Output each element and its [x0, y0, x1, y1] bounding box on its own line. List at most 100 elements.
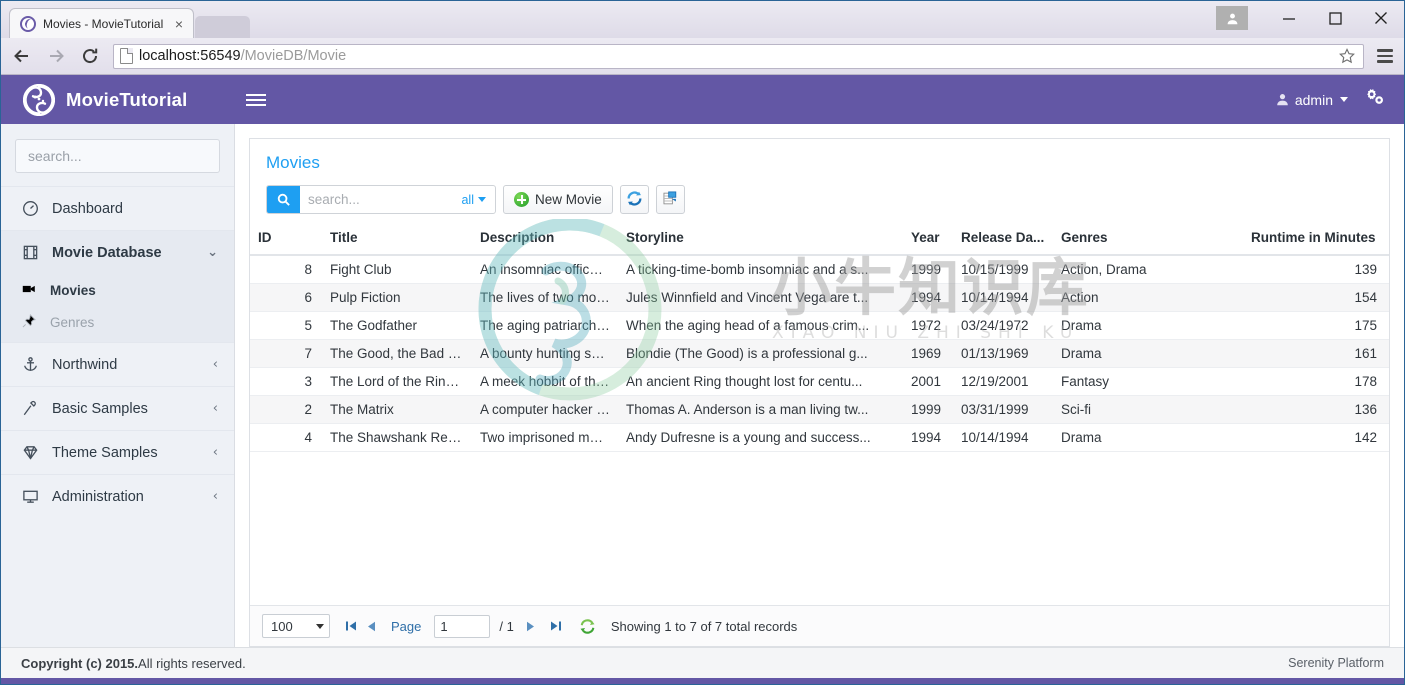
window-maximize-button[interactable] — [1312, 1, 1358, 35]
table-row[interactable]: 7 The Good, the Bad an... A bounty hunti… — [250, 339, 1389, 368]
table-header: ID Title Description Storyline Year Rele… — [250, 224, 1389, 256]
sidebar-item-movies[interactable]: Movies — [1, 274, 234, 306]
cell-title[interactable]: The Godfather — [322, 311, 472, 340]
cell-release-date: 03/24/1972 — [953, 311, 1053, 340]
new-tab-button[interactable] — [195, 16, 250, 38]
browser-tab[interactable]: Movies - MovieTutorial × — [9, 8, 194, 38]
cell-title[interactable]: The Good, the Bad an... — [322, 339, 472, 368]
table-row[interactable]: 2 The Matrix A computer hacker le... Tho… — [250, 395, 1389, 424]
column-header-genres[interactable]: Genres — [1053, 224, 1243, 256]
page-number-input[interactable] — [434, 614, 491, 638]
hamburger-menu-icon[interactable] — [1374, 43, 1396, 69]
chevron-left-icon: ‹ — [212, 401, 218, 416]
last-page-icon[interactable] — [548, 618, 564, 634]
cell-runtime: 161 — [1243, 339, 1389, 368]
new-movie-button[interactable]: New Movie — [503, 185, 613, 214]
table-row[interactable]: 4 The Shawshank Rede... Two imprisoned m… — [250, 423, 1389, 452]
tab-title: Movies - MovieTutorial — [43, 16, 164, 31]
chevron-left-icon: ‹ — [212, 489, 218, 504]
cell-id[interactable]: 3 — [250, 367, 322, 396]
column-header-runtime[interactable]: Runtime in Minutes — [1243, 224, 1389, 256]
cell-title[interactable]: The Shawshank Rede... — [322, 423, 472, 452]
next-page-icon[interactable] — [523, 618, 539, 634]
reload-icon[interactable] — [77, 43, 103, 69]
window-minimize-button[interactable] — [1266, 1, 1312, 35]
refresh-green-icon[interactable] — [579, 618, 596, 635]
export-columns-icon — [662, 190, 678, 210]
search-icon[interactable] — [267, 186, 300, 213]
cell-description: A meek hobbit of the ... — [472, 367, 618, 396]
sidebar-item-movie-database[interactable]: Movie Database ⌄ — [1, 230, 234, 274]
quick-search-input[interactable] — [300, 192, 458, 207]
address-bar[interactable]: localhost:56549/MovieDB/Movie — [113, 43, 1364, 69]
cell-runtime: 136 — [1243, 395, 1389, 424]
window-controls — [1216, 1, 1404, 35]
movies-table: ID Title Description Storyline Year Rele… — [250, 224, 1389, 452]
cell-id[interactable]: 7 — [250, 339, 322, 368]
movies-grid: ID Title Description Storyline Year Rele… — [250, 224, 1389, 605]
prev-page-icon[interactable] — [363, 618, 379, 634]
sidebar-item-dashboard[interactable]: Dashboard — [1, 186, 234, 230]
magic-wand-icon — [21, 400, 39, 417]
url-path: /MovieDB/Movie — [240, 48, 347, 64]
sidebar: Dashboard Movie Database ⌄ Movie — [1, 124, 235, 647]
page-title: Movies — [266, 153, 320, 172]
table-row[interactable]: 5 The Godfather The aging patriarch of..… — [250, 311, 1389, 340]
sidebar-item-administration[interactable]: Administration ‹ — [1, 474, 234, 518]
cell-title[interactable]: Fight Club — [322, 255, 472, 284]
copyright-rest: All rights reserved. — [138, 655, 246, 671]
table-row[interactable]: 3 The Lord of the Rings:... A meek hobbi… — [250, 367, 1389, 396]
window-close-button[interactable] — [1358, 1, 1404, 35]
sidebar-item-northwind[interactable]: Northwind ‹ — [1, 342, 234, 386]
star-icon[interactable] — [1337, 46, 1357, 66]
cell-title[interactable]: The Lord of the Rings:... — [322, 367, 472, 396]
cell-id[interactable]: 6 — [250, 283, 322, 312]
column-header-storyline[interactable]: Storyline — [618, 224, 903, 256]
search-field-selector[interactable]: all — [457, 193, 495, 207]
quick-search[interactable]: all — [266, 185, 496, 214]
sidebar-item-genres[interactable]: Genres — [1, 306, 234, 338]
cell-storyline: Thomas A. Anderson is a man living tw... — [618, 395, 903, 424]
cell-title[interactable]: The Matrix — [322, 395, 472, 424]
cell-id[interactable]: 8 — [250, 255, 322, 284]
export-button[interactable] — [655, 185, 685, 214]
pager-status: Showing 1 to 7 of 7 total records — [610, 618, 798, 634]
user-menu-label: admin — [1294, 91, 1333, 108]
user-menu[interactable]: admin — [1276, 92, 1348, 108]
table-row[interactable]: 8 Fight Club An insomniac office w... A … — [250, 255, 1389, 284]
first-page-icon[interactable] — [343, 618, 359, 634]
tab-close-icon[interactable]: × — [173, 17, 185, 31]
cell-runtime: 178 — [1243, 367, 1389, 396]
tab-favicon — [20, 15, 36, 32]
column-header-title[interactable]: Title — [322, 224, 472, 256]
column-header-id[interactable]: ID — [250, 224, 322, 256]
gear-cogs-icon[interactable] — [1366, 88, 1384, 111]
page-document-icon — [120, 48, 133, 64]
forward-arrow-icon[interactable] — [43, 43, 69, 69]
back-arrow-icon[interactable] — [9, 43, 35, 69]
film-strip-icon — [21, 244, 39, 261]
cell-runtime: 139 — [1243, 255, 1389, 284]
cell-id[interactable]: 5 — [250, 311, 322, 340]
refresh-button[interactable] — [619, 185, 649, 214]
browser-profile-icon[interactable] — [1216, 6, 1248, 30]
sidebar-item-basic-samples[interactable]: Basic Samples ‹ — [1, 386, 234, 430]
cell-id[interactable]: 4 — [250, 423, 322, 452]
table-header-row: ID Title Description Storyline Year Rele… — [250, 224, 1389, 256]
sidebar-search-input[interactable] — [26, 147, 211, 165]
chevron-left-icon: ‹ — [212, 445, 218, 460]
brand[interactable]: MovieTutorial — [1, 83, 235, 116]
table-row[interactable]: 6 Pulp Fiction The lives of two mob ... … — [250, 283, 1389, 312]
anchor-icon — [21, 356, 39, 373]
cell-id[interactable]: 2 — [250, 395, 322, 424]
cell-description: The lives of two mob ... — [472, 283, 618, 312]
sidebar-toggle-icon[interactable] — [239, 83, 273, 117]
page-size-select[interactable]: 100 — [262, 614, 330, 638]
sidebar-item-theme-samples[interactable]: Theme Samples ‹ — [1, 430, 234, 474]
cell-title[interactable]: Pulp Fiction — [322, 283, 472, 312]
sidebar-search[interactable] — [15, 139, 220, 173]
column-header-description[interactable]: Description — [472, 224, 618, 256]
chevron-left-icon: ‹ — [212, 357, 218, 372]
column-header-release-date[interactable]: Release Da... — [953, 224, 1053, 256]
column-header-year[interactable]: Year — [903, 224, 953, 256]
